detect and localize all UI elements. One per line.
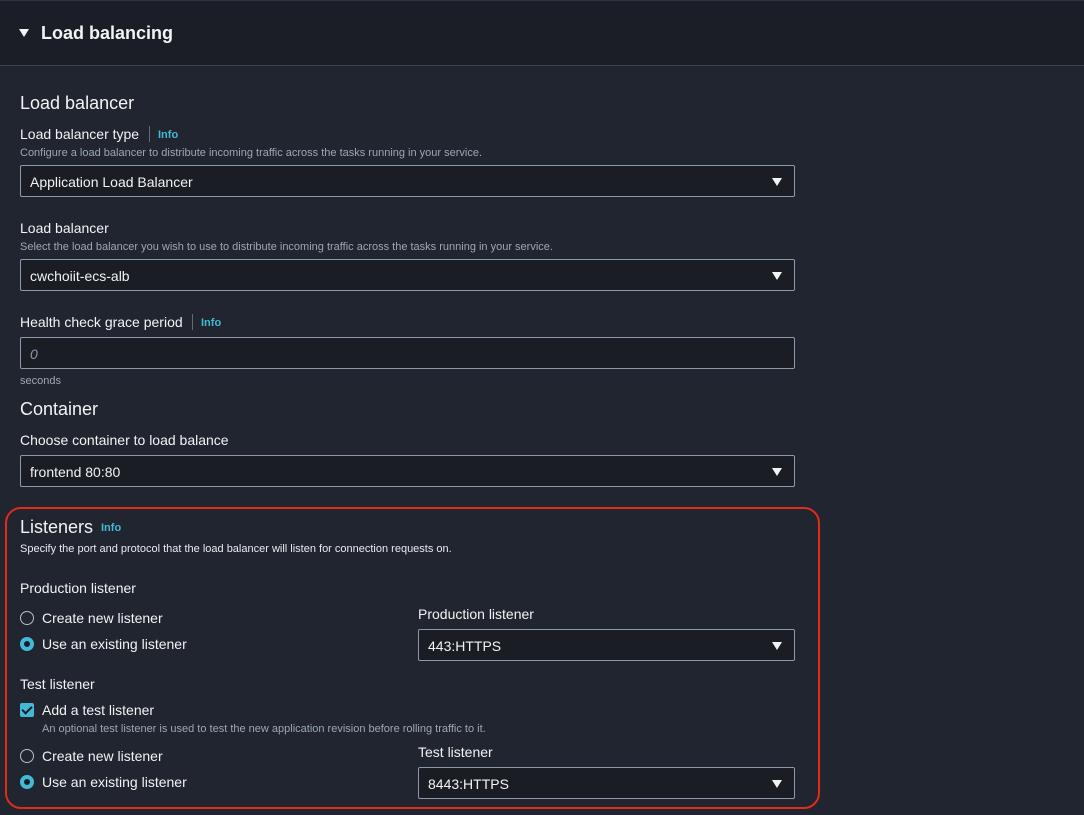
test-create-new-label[interactable]: Create new listener <box>42 748 163 764</box>
health-check-grace-info-link[interactable]: Info <box>201 317 221 329</box>
container-heading: Container <box>20 399 99 419</box>
label-divider <box>149 126 150 142</box>
choose-container-label: Choose container to load balance <box>20 432 229 448</box>
test-listener-value: 8443:HTTPS <box>428 776 509 792</box>
load-balancer-select[interactable]: cwchoiit-ecs-alb <box>20 259 795 291</box>
test-use-existing-radio[interactable] <box>20 775 34 789</box>
container-value: frontend 80:80 <box>30 464 121 480</box>
production-listener-value: 443:HTTPS <box>428 638 502 654</box>
health-check-grace-input[interactable]: 0 <box>20 337 795 369</box>
load-balancer-type-label: Load balancer type <box>20 126 140 142</box>
production-listener-label: Production listener <box>20 580 136 596</box>
load-balancer-type-info-link[interactable]: Info <box>158 129 178 141</box>
listeners-description: Specify the port and protocol that the l… <box>20 543 452 555</box>
test-use-existing-label[interactable]: Use an existing listener <box>42 774 187 790</box>
load-balancer-type-select[interactable]: Application Load Balancer <box>20 165 795 197</box>
load-balancer-description: Select the load balancer you wish to use… <box>20 241 553 253</box>
add-test-listener-label[interactable]: Add a test listener <box>42 702 154 718</box>
caret-down-icon[interactable] <box>19 29 29 37</box>
add-test-listener-description: An optional test listener is used to tes… <box>42 723 486 735</box>
production-listener-select[interactable]: 443:HTTPS <box>418 629 795 661</box>
load-balancer-label: Load balancer <box>20 220 109 236</box>
container-select[interactable]: frontend 80:80 <box>20 455 795 487</box>
health-check-grace-placeholder: 0 <box>30 346 38 362</box>
load-balancer-heading: Load balancer <box>20 93 135 113</box>
dropdown-arrow-icon <box>772 272 782 280</box>
dropdown-arrow-icon <box>772 178 782 186</box>
load-balancing-section-header[interactable]: Load balancing <box>0 0 1084 66</box>
test-listener-select-label: Test listener <box>418 744 493 760</box>
dropdown-arrow-icon <box>772 468 782 476</box>
dropdown-arrow-icon <box>772 780 782 788</box>
load-balancer-value: cwchoiit-ecs-alb <box>30 268 130 284</box>
production-create-new-label[interactable]: Create new listener <box>42 610 163 626</box>
test-listener-select[interactable]: 8443:HTTPS <box>418 767 795 799</box>
production-listener-select-label: Production listener <box>418 606 534 622</box>
load-balancer-type-value: Application Load Balancer <box>30 174 193 190</box>
load-balancer-type-description: Configure a load balancer to distribute … <box>20 147 483 159</box>
production-use-existing-label[interactable]: Use an existing listener <box>42 636 187 652</box>
production-use-existing-radio[interactable] <box>20 637 34 651</box>
dropdown-arrow-icon <box>772 642 782 650</box>
test-create-new-radio[interactable] <box>20 749 34 763</box>
listeners-heading: Listeners <box>20 517 94 537</box>
health-check-grace-label: Health check grace period <box>20 314 183 330</box>
label-divider <box>192 314 193 330</box>
production-create-new-radio[interactable] <box>20 611 34 625</box>
section-title: Load balancing <box>41 23 174 43</box>
test-listener-label: Test listener <box>20 676 95 692</box>
add-test-listener-checkbox[interactable] <box>20 703 34 717</box>
health-check-grace-unit: seconds <box>20 375 61 387</box>
listeners-info-link[interactable]: Info <box>101 522 121 534</box>
